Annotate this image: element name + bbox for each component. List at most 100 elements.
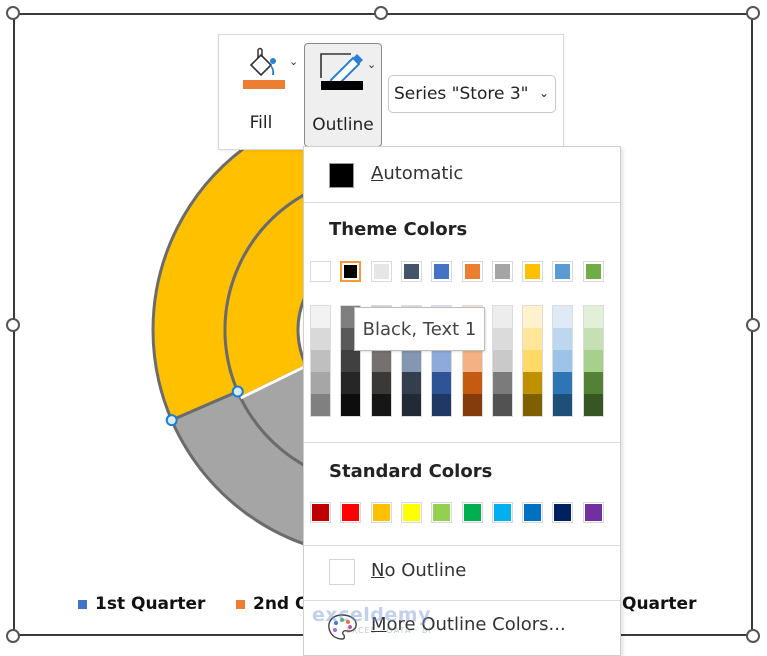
standard-color-swatch[interactable] [522, 502, 544, 523]
theme-shade-swatch[interactable] [553, 372, 573, 394]
theme-shade-swatch[interactable] [553, 394, 573, 416]
theme-shade-swatch[interactable] [311, 372, 330, 394]
theme-shade-swatch[interactable] [371, 372, 391, 394]
standard-color-swatch[interactable] [582, 502, 604, 523]
theme-shade-swatch[interactable] [462, 394, 482, 416]
menu-item-automatic[interactable]: Automatic [304, 159, 620, 191]
theme-shade-swatch[interactable] [432, 372, 452, 394]
theme-shade-swatch[interactable] [523, 306, 543, 328]
theme-color-swatch[interactable] [461, 261, 483, 282]
theme-shade-swatch[interactable] [492, 372, 512, 394]
theme-color-swatch[interactable] [370, 261, 392, 282]
standard-color-swatch[interactable] [491, 502, 513, 523]
theme-shade-column [491, 305, 513, 417]
series-select-dropdown[interactable]: Series "Store 3" ⌄ [388, 75, 556, 113]
watermark-tagline: EXCEL · DATA · BI [346, 626, 432, 635]
theme-shade-swatch[interactable] [401, 350, 421, 372]
theme-color-swatch[interactable] [582, 261, 604, 282]
theme-shade-swatch[interactable] [553, 306, 573, 328]
resize-handle-middle-right[interactable] [746, 318, 760, 332]
standard-color-swatch[interactable] [340, 502, 362, 523]
swatch-color [342, 504, 360, 521]
theme-shade-swatch[interactable] [492, 306, 512, 328]
resize-handle-top-left[interactable] [6, 6, 20, 20]
theme-shade-swatch[interactable] [462, 350, 482, 372]
swatch-color [373, 264, 389, 279]
legend-item-1st-quarter[interactable]: 1st Quarter [78, 594, 205, 614]
legend-item-4th-quarter[interactable]: Quarter [622, 594, 696, 614]
theme-shade-swatch[interactable] [401, 372, 421, 394]
standard-color-swatch[interactable] [310, 502, 331, 523]
theme-shade-swatch[interactable] [341, 394, 361, 416]
swatch-color [433, 504, 451, 521]
swatch-color [554, 504, 572, 521]
swatch-color [585, 264, 601, 279]
theme-shade-swatch[interactable] [492, 328, 512, 350]
standard-color-swatch[interactable] [400, 502, 422, 523]
resize-handle-top-right[interactable] [746, 6, 760, 20]
theme-color-swatch[interactable] [340, 261, 362, 282]
outline-label: Outline [312, 115, 374, 135]
theme-shade-swatch[interactable] [311, 328, 330, 350]
fill-button[interactable]: ⌄ Fill [233, 43, 303, 143]
swatch-color [434, 264, 450, 279]
theme-shade-swatch[interactable] [583, 328, 603, 350]
series-select-value: Series "Store 3" [394, 84, 529, 104]
theme-shade-swatch[interactable] [311, 350, 330, 372]
theme-color-swatch[interactable] [491, 261, 513, 282]
color-tooltip: Black, Text 1 [354, 307, 485, 351]
theme-shade-swatch[interactable] [523, 372, 543, 394]
standard-color-swatch[interactable] [461, 502, 483, 523]
chevron-down-icon: ⌄ [538, 86, 549, 100]
legend-item-2nd-quarter[interactable]: 2nd Q [236, 594, 309, 614]
swatch-color [493, 504, 511, 521]
outline-button[interactable]: ⌄ Outline [304, 43, 382, 147]
theme-shade-swatch[interactable] [583, 306, 603, 328]
menu-item-no-outline[interactable]: No Outline [304, 555, 620, 591]
theme-shade-swatch[interactable] [492, 350, 512, 372]
standard-color-swatch[interactable] [552, 502, 574, 523]
resize-handle-bottom-right[interactable] [746, 629, 760, 643]
theme-shade-swatch[interactable] [432, 350, 452, 372]
theme-shade-swatch[interactable] [583, 350, 603, 372]
theme-shade-swatch[interactable] [341, 350, 361, 372]
theme-shade-swatch[interactable] [553, 350, 573, 372]
menu-separator [304, 442, 620, 443]
swatch-color [525, 264, 541, 279]
resize-handle-bottom-left[interactable] [6, 629, 20, 643]
theme-color-swatch[interactable] [310, 261, 331, 282]
theme-shade-swatch[interactable] [341, 372, 361, 394]
theme-shade-swatch[interactable] [583, 394, 603, 416]
theme-shade-swatch[interactable] [371, 350, 391, 372]
theme-shade-swatch[interactable] [523, 350, 543, 372]
swatch-color [344, 265, 358, 278]
swatch-color [524, 504, 542, 521]
theme-color-swatch[interactable] [400, 261, 422, 282]
theme-color-swatch[interactable] [552, 261, 574, 282]
fill-dropdown-caret[interactable]: ⌄ [289, 55, 298, 68]
theme-color-swatch[interactable] [522, 261, 544, 282]
watermark-logo: exceldemy [312, 604, 431, 626]
standard-color-swatch[interactable] [431, 502, 453, 523]
standard-colors-heading: Standard Colors [329, 461, 493, 482]
theme-shade-swatch[interactable] [311, 306, 330, 328]
theme-shade-swatch[interactable] [401, 394, 421, 416]
resize-handle-top-center[interactable] [374, 6, 388, 20]
theme-shade-swatch[interactable] [492, 394, 512, 416]
theme-shade-swatch[interactable] [523, 328, 543, 350]
theme-shade-swatch[interactable] [371, 394, 391, 416]
selection-point-inner[interactable] [231, 385, 244, 398]
theme-shade-swatch[interactable] [311, 394, 330, 416]
theme-shade-swatch[interactable] [432, 394, 452, 416]
standard-color-swatch[interactable] [370, 502, 392, 523]
theme-shade-swatch[interactable] [523, 394, 543, 416]
theme-color-swatch[interactable] [431, 261, 453, 282]
theme-shade-swatch[interactable] [583, 372, 603, 394]
theme-shade-swatch[interactable] [553, 328, 573, 350]
format-mini-toolbar: ⌄ Fill ⌄ Outline Series "Store 3" ⌄ [218, 34, 564, 150]
outline-dropdown-caret[interactable]: ⌄ [367, 58, 376, 71]
selection-point-outer[interactable] [165, 414, 178, 427]
theme-shade-swatch[interactable] [462, 372, 482, 394]
legend-label: 2nd Q [253, 594, 310, 614]
resize-handle-middle-left[interactable] [6, 318, 20, 332]
